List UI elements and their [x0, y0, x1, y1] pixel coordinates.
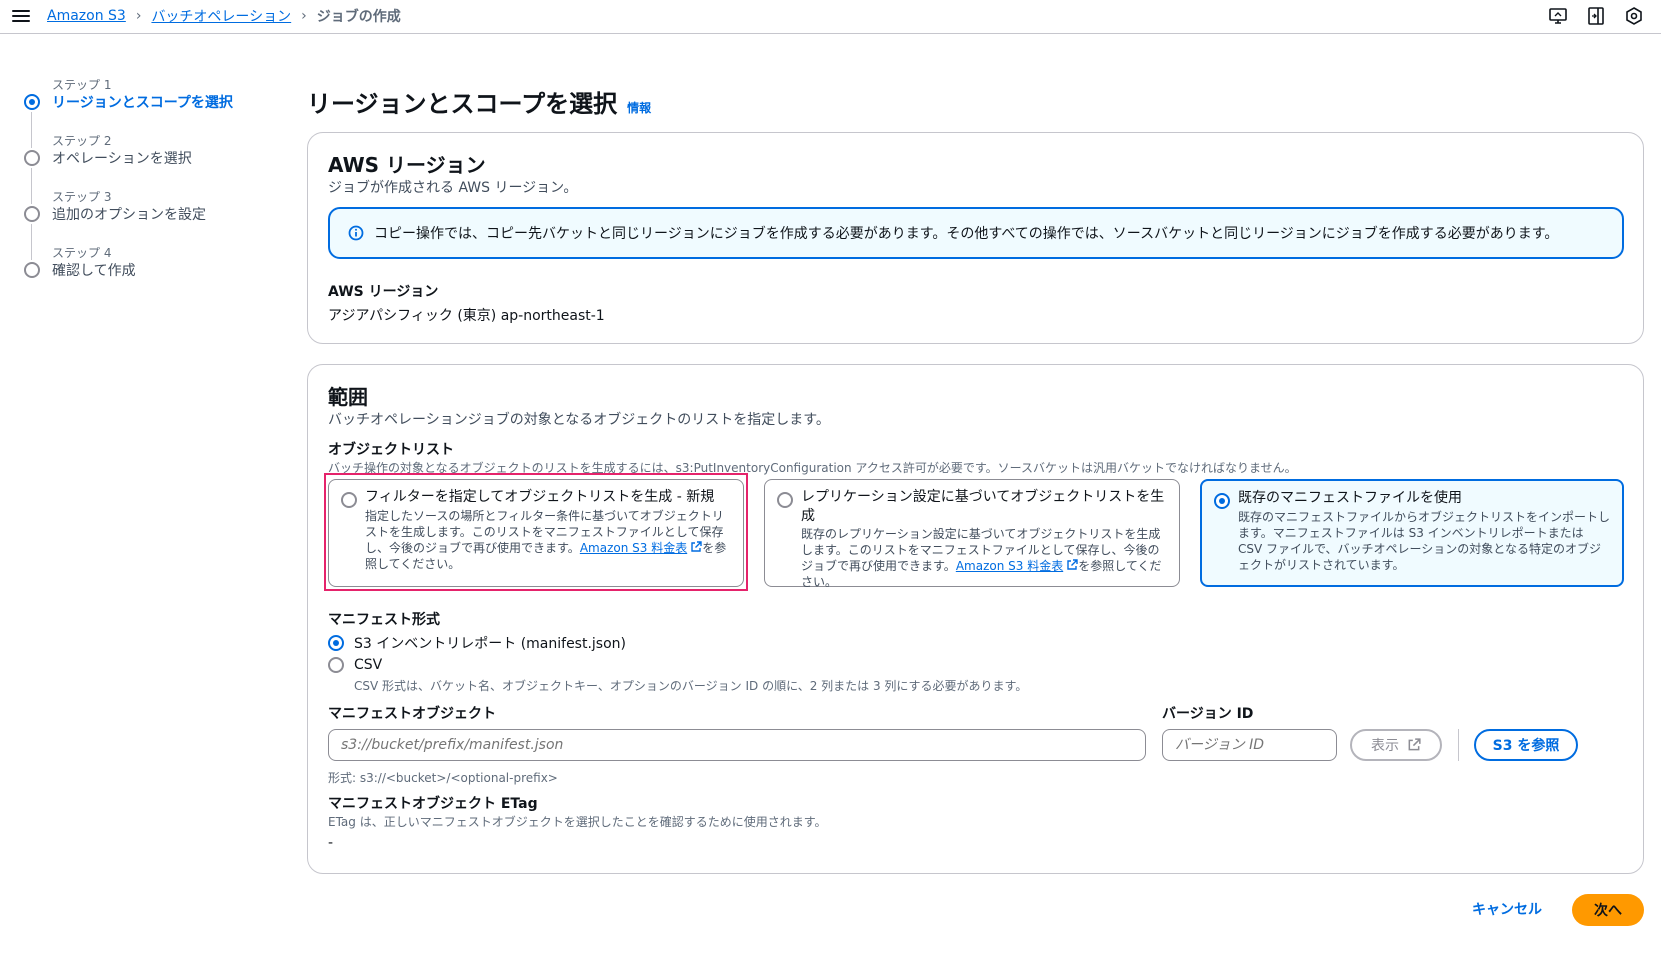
external-link-icon: [691, 541, 702, 552]
manifest-format-label: マニフェスト形式: [328, 612, 440, 628]
info-link[interactable]: 情報: [627, 99, 651, 116]
pricing-link[interactable]: Amazon S3 料金表: [580, 541, 687, 555]
next-button[interactable]: 次へ: [1572, 894, 1644, 926]
step-1[interactable]: ステップ 1 リージョンとスコープを選択: [24, 74, 274, 148]
etag-label: マニフェストオブジェクト ETag: [328, 796, 538, 812]
version-id-input[interactable]: [1162, 729, 1337, 761]
step-indicator: [24, 150, 40, 166]
format-option-label: CSV: [354, 657, 383, 673]
external-link-icon: [1408, 738, 1421, 751]
settings-icon[interactable]: [1623, 6, 1645, 26]
info-icon: [348, 225, 364, 241]
top-navigation: Amazon S3 › バッチオペレーション › ジョブの作成: [0, 0, 1661, 34]
step-indicator: [24, 206, 40, 222]
region-description: ジョブが作成される AWS リージョン。: [328, 180, 578, 196]
browse-s3-button[interactable]: S3 を参照: [1474, 729, 1578, 761]
step-label: リージョンとスコープを選択: [52, 95, 233, 111]
format-option-inventory[interactable]: S3 インベントリレポート (manifest.json): [328, 633, 626, 653]
page-title: リージョンとスコープを選択: [307, 90, 618, 118]
step-number: ステップ 1: [52, 78, 112, 92]
tile-title: 既存のマニフェストファイルを使用: [1238, 490, 1462, 506]
radio-button-selected[interactable]: [328, 635, 344, 651]
page-header: リージョンとスコープを選択 情報: [307, 84, 651, 119]
step-label: 確認して作成: [52, 263, 136, 279]
tile-use-existing-manifest[interactable]: 既存のマニフェストファイルを使用 既存のマニフェストファイルからオブジェクトリス…: [1200, 479, 1624, 587]
manifest-object-input[interactable]: [328, 729, 1146, 761]
tile-title: フィルターを指定してオブジェクトリストを生成 - 新規: [365, 489, 715, 505]
csv-hint: CSV 形式は、バケット名、オブジェクトキー、オプションのバージョン ID の順…: [354, 679, 1028, 693]
alert-text: コピー操作では、コピー先バケットと同じリージョンにジョブを作成する必要があります…: [374, 226, 1559, 242]
wizard-steps: ステップ 1 リージョンとスコープを選択 ステップ 2 オペレーションを選択 ス…: [24, 74, 274, 298]
step-number: ステップ 4: [52, 246, 112, 260]
step-number: ステップ 2: [52, 134, 112, 148]
info-alert: コピー操作では、コピー先バケットと同じリージョンにジョブを作成する必要があります…: [328, 207, 1624, 259]
tile-generate-by-replication[interactable]: レプリケーション設定に基づいてオブジェクトリストを生成 既存のレプリケーション設…: [764, 479, 1180, 590]
etag-hint: ETag は、正しいマニフェストオブジェクトを選択したことを確認するために使用さ…: [328, 815, 827, 829]
scope-container: 範囲 バッチオペレーションジョブの対象となるオブジェクトのリストを指定します。 …: [307, 364, 1644, 874]
region-field-value: アジアパシフィック (東京) ap-northeast-1: [328, 308, 605, 324]
step-indicator: [24, 94, 40, 110]
divider: [1458, 729, 1459, 761]
tile-description: 指定したソースの場所とフィルター条件に基づいてオブジェクトリストを生成します。こ…: [365, 508, 731, 572]
format-option-csv[interactable]: CSV: [328, 657, 382, 673]
region-container: AWS リージョン ジョブが作成される AWS リージョン。 コピー操作では、コ…: [307, 132, 1644, 344]
panel-icon[interactable]: [1585, 6, 1607, 26]
step-label: オペレーションを選択: [52, 151, 192, 167]
step-3: ステップ 3 追加のオプションを設定: [24, 186, 274, 260]
external-link-icon: [1067, 559, 1078, 570]
tile-description: 既存のマニフェストファイルからオブジェクトリストをインポートします。マニフェスト…: [1238, 510, 1611, 572]
step-indicator: [24, 262, 40, 278]
screen-icon[interactable]: [1547, 6, 1569, 26]
manifest-object-hint: 形式: s3://<bucket>/<optional-prefix>: [328, 771, 558, 785]
object-list-hint: バッチ操作の対象となるオブジェクトのリストを生成するには、s3:PutInven…: [328, 461, 1297, 475]
view-button-label: 表示: [1371, 738, 1399, 754]
cancel-button[interactable]: キャンセル: [1472, 899, 1542, 919]
chevron-right-icon: ›: [135, 8, 142, 24]
radio-button-selected[interactable]: [1214, 493, 1230, 509]
step-number: ステップ 3: [52, 190, 112, 204]
view-button[interactable]: 表示: [1350, 729, 1442, 761]
tile-title: レプリケーション設定に基づいてオブジェクトリストを生成: [801, 489, 1165, 524]
breadcrumb: Amazon S3 › バッチオペレーション › ジョブの作成: [47, 6, 401, 26]
chevron-right-icon: ›: [301, 8, 307, 24]
step-4: ステップ 4 確認して作成: [24, 242, 274, 298]
breadcrumb-amazon-s3[interactable]: Amazon S3: [47, 8, 126, 24]
object-list-label: オブジェクトリスト: [328, 442, 454, 458]
format-option-label: S3 インベントリレポート (manifest.json): [354, 636, 626, 652]
step-label: 追加のオプションを設定: [52, 207, 206, 223]
tile-generate-by-filter[interactable]: フィルターを指定してオブジェクトリストを生成 - 新規 指定したソースの場所とフ…: [328, 479, 744, 587]
region-field-label: AWS リージョン: [328, 284, 439, 300]
version-id-label: バージョン ID: [1162, 706, 1254, 722]
manifest-object-label: マニフェストオブジェクト: [328, 706, 496, 722]
etag-value: -: [328, 835, 334, 851]
breadcrumb-batch-operations[interactable]: バッチオペレーション: [151, 6, 291, 26]
radio-button[interactable]: [777, 492, 793, 508]
scope-title: 範囲: [328, 385, 368, 409]
tile-description: 既存のレプリケーション設定に基づいてオブジェクトリストを生成します。このリストを…: [801, 526, 1167, 590]
radio-button[interactable]: [341, 492, 357, 508]
scope-description: バッチオペレーションジョブの対象となるオブジェクトのリストを指定します。: [328, 412, 830, 428]
menu-icon[interactable]: [12, 7, 30, 23]
pricing-link[interactable]: Amazon S3 料金表: [956, 559, 1063, 573]
radio-button[interactable]: [328, 657, 344, 673]
step-2: ステップ 2 オペレーションを選択: [24, 130, 274, 204]
region-title: AWS リージョン: [328, 153, 486, 177]
breadcrumb-current: ジョブの作成: [316, 9, 401, 25]
